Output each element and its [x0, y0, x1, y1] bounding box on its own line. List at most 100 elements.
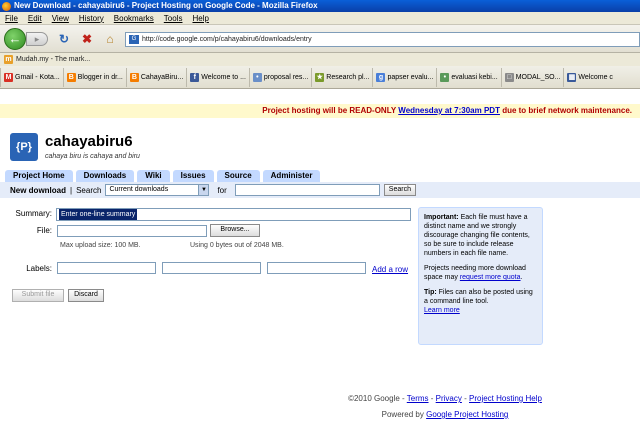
- project-name[interactable]: cahayabiru6: [45, 133, 133, 150]
- bookmarks-toolbar: M Gmail - Kota... B Blogger in dr... B Cahaya…: [0, 66, 640, 89]
- discard-button[interactable]: Discard: [68, 289, 104, 302]
- tab-issues[interactable]: Issues: [172, 170, 214, 182]
- menu-tools[interactable]: Tools: [164, 14, 183, 23]
- bookmark-mudah[interactable]: Mudah.my - The mark...: [16, 56, 90, 63]
- bookmark-label: evaluasi kebi...: [451, 73, 498, 81]
- bookmark-item[interactable]: g papser evalu...: [372, 67, 436, 87]
- window-title: New Download - cahayabiru6 - Project Hos…: [14, 1, 318, 10]
- bookmarks-row-top: m Mudah.my - The mark...: [0, 53, 640, 66]
- bookmark-item[interactable]: M Gmail - Kota...: [0, 67, 63, 87]
- submit-file-button[interactable]: Submit file: [12, 289, 64, 302]
- label-input[interactable]: [267, 262, 366, 274]
- labels-label: Labels:: [26, 264, 52, 273]
- page-icon: •: [252, 72, 262, 82]
- tip-text: Files can also be posted using a command…: [424, 289, 533, 305]
- bookmark-item[interactable]: ★ Research pl...: [311, 67, 372, 87]
- privacy-link[interactable]: Privacy: [436, 394, 462, 403]
- notice-text-end: due to brief network maintenance.: [502, 106, 632, 115]
- quota-note: Projects needing more download space may…: [424, 265, 526, 281]
- gmail-icon: M: [4, 72, 13, 82]
- browse-button[interactable]: Browse...: [210, 224, 260, 237]
- menu-help[interactable]: Help: [192, 14, 208, 23]
- for-label: for: [217, 185, 227, 195]
- powered-by-text: Powered by: [381, 410, 424, 419]
- forward-arrow-icon: ▸: [34, 34, 40, 44]
- downloads-subbar: New download | Search Current downloads …: [0, 182, 640, 198]
- doc-icon: □: [504, 72, 514, 82]
- search-input[interactable]: [234, 184, 380, 196]
- help-link[interactable]: Project Hosting Help: [469, 394, 542, 403]
- url-text: http://code.google.com/p/cahayabiru6/dow…: [142, 36, 312, 43]
- bookmark-item[interactable]: B CahayaBiru...: [125, 67, 186, 87]
- tab-source[interactable]: Source: [216, 170, 260, 182]
- bookmark-item[interactable]: ▦ Welcome c: [563, 67, 616, 87]
- learn-more-link[interactable]: Learn more: [424, 307, 460, 314]
- file-path-input[interactable]: [57, 225, 207, 237]
- back-button[interactable]: ←: [4, 28, 26, 50]
- summary-input[interactable]: Enter one-line summary: [56, 208, 411, 221]
- tab-administer[interactable]: Administer: [262, 170, 321, 182]
- maintenance-notice: Project hosting will be READ-ONLY Wednes…: [0, 104, 640, 118]
- footer-powered: Powered by Google Project Hosting: [0, 410, 640, 419]
- help-sidebox: Important: Each file must have a distinc…: [418, 207, 543, 345]
- blogger-icon: B: [129, 72, 139, 82]
- tab-wiki[interactable]: Wiki: [137, 170, 170, 182]
- usage-note: Using 0 bytes out of 2048 MB.: [190, 242, 284, 249]
- bookmark-label: Gmail - Kota...: [15, 73, 60, 81]
- project-logo[interactable]: {P}: [10, 133, 38, 161]
- navigation-toolbar: ← ▸ ↻ ✖ ⌂ G http://code.google.com/p/cah…: [0, 25, 640, 53]
- important-head: Important:: [424, 214, 459, 221]
- label-input[interactable]: [57, 262, 156, 274]
- browser-window: New Download - cahayabiru6 - Project Hos…: [0, 0, 640, 424]
- menu-edit[interactable]: Edit: [28, 14, 42, 23]
- google-icon: g: [376, 72, 386, 82]
- terms-link[interactable]: Terms: [407, 394, 429, 403]
- forward-button[interactable]: ▸: [26, 32, 48, 46]
- search-button[interactable]: Search: [383, 184, 416, 196]
- menu-view[interactable]: View: [52, 14, 69, 23]
- summary-label: Summary:: [15, 209, 52, 218]
- bookmark-item[interactable]: • proposal res...: [248, 67, 311, 87]
- summary-value: Enter one-line summary: [59, 209, 138, 220]
- bookmark-item[interactable]: B Blogger in dr...: [62, 67, 126, 87]
- back-arrow-icon: ←: [8, 31, 22, 46]
- bookmark-item[interactable]: f Welcome to ...: [186, 67, 249, 87]
- powered-by-link[interactable]: Google Project Hosting: [426, 410, 508, 419]
- tab-downloads[interactable]: Downloads: [75, 170, 135, 182]
- stop-icon[interactable]: ✖: [80, 32, 94, 46]
- tab-project-home[interactable]: Project Home: [5, 170, 73, 182]
- page-content: Project hosting will be READ-ONLY Wednes…: [0, 90, 640, 424]
- home-icon[interactable]: ⌂: [103, 32, 117, 46]
- request-quota-link[interactable]: request more quota: [460, 274, 521, 281]
- search-label: Search: [76, 185, 102, 195]
- label-input[interactable]: [162, 262, 261, 274]
- facebook-icon: f: [190, 72, 200, 82]
- bookmark-label: Research pl...: [326, 73, 370, 81]
- notice-text: Project hosting will be READ-ONLY: [262, 106, 397, 115]
- separator: |: [70, 185, 73, 195]
- bookmark-label: CahayaBiru...: [140, 73, 184, 81]
- bookmark-label: Welcome c: [578, 73, 613, 81]
- add-row-link[interactable]: Add a row: [372, 265, 408, 274]
- url-bar[interactable]: G http://code.google.com/p/cahayabiru6/d…: [125, 32, 640, 47]
- search-scope-select[interactable]: Current downloads ▼: [105, 184, 210, 196]
- important-note: Important: Each file must have a distinc…: [424, 213, 537, 258]
- new-download-heading[interactable]: New download: [10, 186, 66, 195]
- menu-history[interactable]: History: [79, 14, 104, 23]
- max-upload-note: Max upload size: 100 MB.: [60, 242, 141, 249]
- grid-icon: ▦: [567, 72, 577, 82]
- bookmark-item[interactable]: □ MODAL_SO...: [500, 67, 564, 87]
- dropdown-arrow-icon: ▼: [198, 185, 209, 195]
- file-label: File:: [36, 226, 52, 235]
- bookmark-label: MODAL_SO...: [515, 73, 561, 81]
- notice-date-link[interactable]: Wednesday at 7:30am PDT: [398, 106, 500, 115]
- search-scope-value: Current downloads: [109, 186, 169, 193]
- firefox-icon: [2, 2, 11, 11]
- title-bar: New Download - cahayabiru6 - Project Hos…: [0, 0, 640, 12]
- bookmark-label: papser evalu...: [387, 73, 434, 81]
- menu-bookmarks[interactable]: Bookmarks: [114, 14, 154, 23]
- reload-icon[interactable]: ↻: [57, 32, 71, 46]
- bookmark-item[interactable]: • evaluasi kebi...: [436, 67, 500, 87]
- site-favicon: G: [129, 35, 139, 44]
- menu-file[interactable]: File: [5, 14, 18, 23]
